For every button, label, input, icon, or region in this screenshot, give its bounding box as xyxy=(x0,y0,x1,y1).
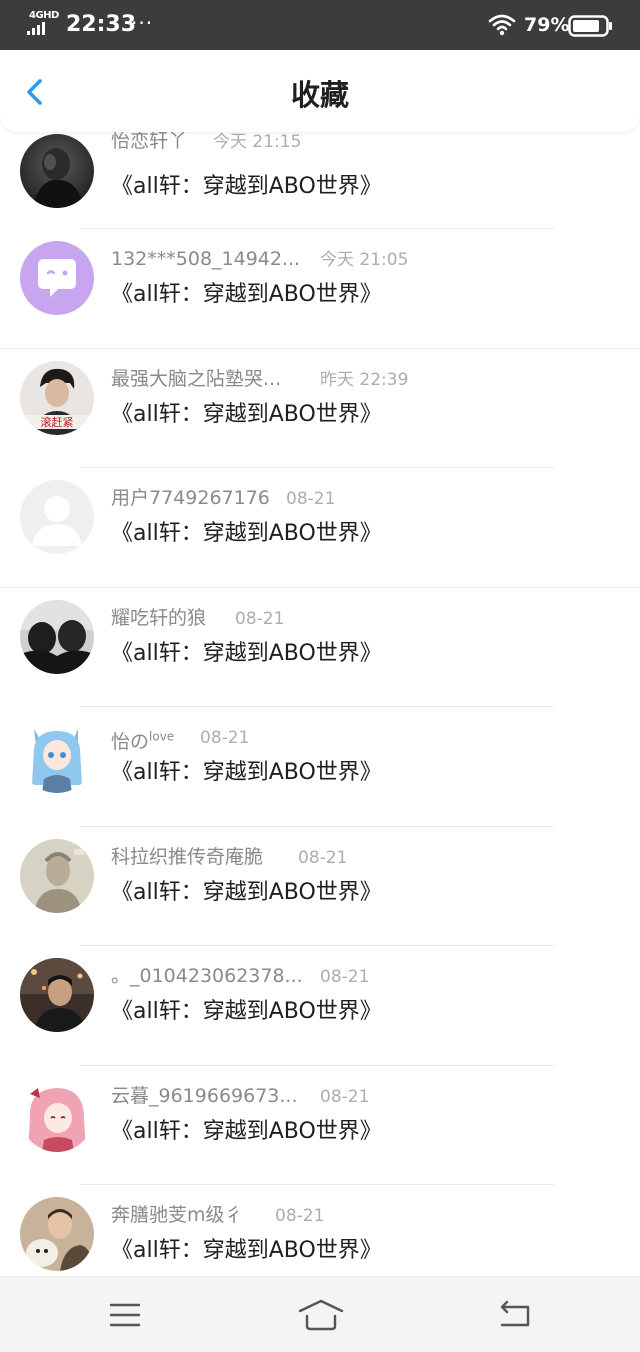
header-bar: 收藏 xyxy=(0,50,640,132)
system-back-button[interactable] xyxy=(490,1297,540,1333)
book-title[interactable]: 《all轩：穿越到ABO世界》 xyxy=(111,280,382,310)
timestamp: 今天 21:15 xyxy=(213,132,302,152)
timestamp: 08-21 xyxy=(320,1086,370,1107)
book-title[interactable]: 《all轩：穿越到ABO世界》 xyxy=(111,400,382,430)
book-title[interactable]: 《all轩：穿越到ABO世界》 xyxy=(111,639,382,669)
timestamp: 08-21 xyxy=(200,728,250,748)
battery-percent: 79% xyxy=(524,14,570,36)
list-item[interactable]: 怡恋轩丫 今天 21:15 《all轩：穿越到ABO世界》 xyxy=(0,122,640,229)
name-row: 用户7749267176 xyxy=(111,484,270,512)
timestamp: 08-21 xyxy=(286,489,336,509)
name-row: 132***508_14942... xyxy=(111,245,300,273)
chevron-left-icon xyxy=(27,79,42,105)
book-title[interactable]: 《all轩：穿越到ABO世界》 xyxy=(111,519,382,549)
menu-icon xyxy=(109,1303,141,1327)
username: 耀吃轩的狼 xyxy=(111,606,207,629)
avatar[interactable] xyxy=(20,838,94,913)
avatar[interactable] xyxy=(20,1077,94,1152)
username: 科拉织推传奇庵脆 xyxy=(111,845,264,868)
network-type-label: 4GHD xyxy=(29,10,59,21)
list-item[interactable]: 132***508_14942... 今天 21:05 《all轩：穿越到ABO… xyxy=(0,229,640,349)
book-title[interactable]: 《all轩：穿越到ABO世界》 xyxy=(111,172,382,202)
list-item[interactable]: 科拉织推传奇庵脆 08-21 《all轩：穿越到ABO世界》 xyxy=(0,827,640,946)
username: 怡恋轩丫 xyxy=(111,130,188,152)
timestamp: 今天 21:05 xyxy=(320,250,409,270)
name-row: 最强大脑之阽塾哭... xyxy=(111,365,281,393)
username: 最强大脑之阽塾哭... xyxy=(111,367,282,390)
list-item[interactable]: 怡のlove 08-21 《all轩：穿越到ABO世界》 xyxy=(0,707,640,827)
username-superscript: love xyxy=(149,730,175,744)
wifi-icon xyxy=(488,14,516,40)
home-button[interactable] xyxy=(295,1297,347,1333)
timestamp: 08-21 xyxy=(275,1206,325,1226)
list-item[interactable]: 奔膳驰芰m级彳 08-21 《all轩：穿越到ABO世界》 xyxy=(0,1185,640,1276)
bottom-nav-bar xyxy=(0,1276,640,1352)
avatar[interactable] xyxy=(20,958,94,1032)
name-row: 耀吃轩的狼 xyxy=(111,604,206,632)
menu-button[interactable] xyxy=(100,1297,150,1333)
timestamp: 昨天 22:39 xyxy=(320,369,409,390)
signal-icon: 4GHD xyxy=(27,10,59,36)
page-title: 收藏 xyxy=(290,78,349,112)
username: 云暮_9619669673... xyxy=(111,1084,298,1107)
name-row: 奔膳驰芰m级彳 xyxy=(111,1201,244,1229)
avatar[interactable] xyxy=(20,480,94,554)
list-item[interactable]: 云暮_9619669673... 08-21 《all轩：穿越到ABO世界》 xyxy=(0,1066,640,1185)
book-title[interactable]: 《all轩：穿越到ABO世界》 xyxy=(111,997,382,1027)
notification-dots: ··· xyxy=(131,11,154,35)
battery-icon xyxy=(568,15,614,41)
avatar[interactable] xyxy=(20,241,94,315)
username: 。_010423062378... xyxy=(111,965,303,987)
book-title[interactable]: 《all轩：穿越到ABO世界》 xyxy=(111,1117,382,1147)
username-text: 怡の xyxy=(111,731,150,754)
timestamp: 08-21 xyxy=(298,847,348,868)
svg-text:滚赶紧: 滚赶紧 xyxy=(41,415,74,429)
username: 奔膳驰芰m级彳 xyxy=(111,1204,244,1226)
name-row: 云暮_9619669673... xyxy=(111,1082,298,1110)
avatar[interactable] xyxy=(20,1197,94,1271)
book-title[interactable]: 《all轩：穿越到ABO世界》 xyxy=(111,758,382,788)
username: 用户7749267176 xyxy=(111,487,270,509)
book-title[interactable]: 《all轩：穿越到ABO世界》 xyxy=(111,1236,382,1266)
favorites-list: 怡恋轩丫 今天 21:15 《all轩：穿越到ABO世界》 132***508_… xyxy=(0,122,640,1276)
back-button[interactable] xyxy=(16,72,56,112)
back-icon xyxy=(500,1300,530,1327)
avatar[interactable]: 滚赶紧 xyxy=(20,360,94,435)
avatar[interactable] xyxy=(20,599,94,674)
timestamp: 08-21 xyxy=(235,608,285,629)
list-item[interactable]: 。_010423062378... 08-21 《all轩：穿越到ABO世界》 xyxy=(0,946,640,1066)
username: 怡のlove xyxy=(111,730,175,754)
avatar[interactable] xyxy=(20,134,94,208)
clock: 22:33 xyxy=(66,12,137,37)
status-bar: 4GHD 22:33 ··· 79% xyxy=(0,0,640,50)
username: 132***508_14942... xyxy=(111,248,301,270)
name-row: 科拉织推传奇庵脆 xyxy=(111,843,263,871)
list-item[interactable]: 耀吃轩的狼 08-21 《all轩：穿越到ABO世界》 xyxy=(0,588,640,707)
name-row: 怡のlove xyxy=(111,723,175,754)
book-title[interactable]: 《all轩：穿越到ABO世界》 xyxy=(111,878,382,908)
list-item[interactable]: 用户7749267176 08-21 《all轩：穿越到ABO世界》 xyxy=(0,468,640,588)
avatar[interactable] xyxy=(20,719,94,793)
name-row: 。_010423062378... xyxy=(111,962,303,990)
timestamp: 08-21 xyxy=(320,967,370,987)
list-item[interactable]: 滚赶紧 最强大脑之阽塾哭... 昨天 22:39 《all轩：穿越到ABO世界》 xyxy=(0,349,640,468)
home-icon xyxy=(298,1299,344,1331)
